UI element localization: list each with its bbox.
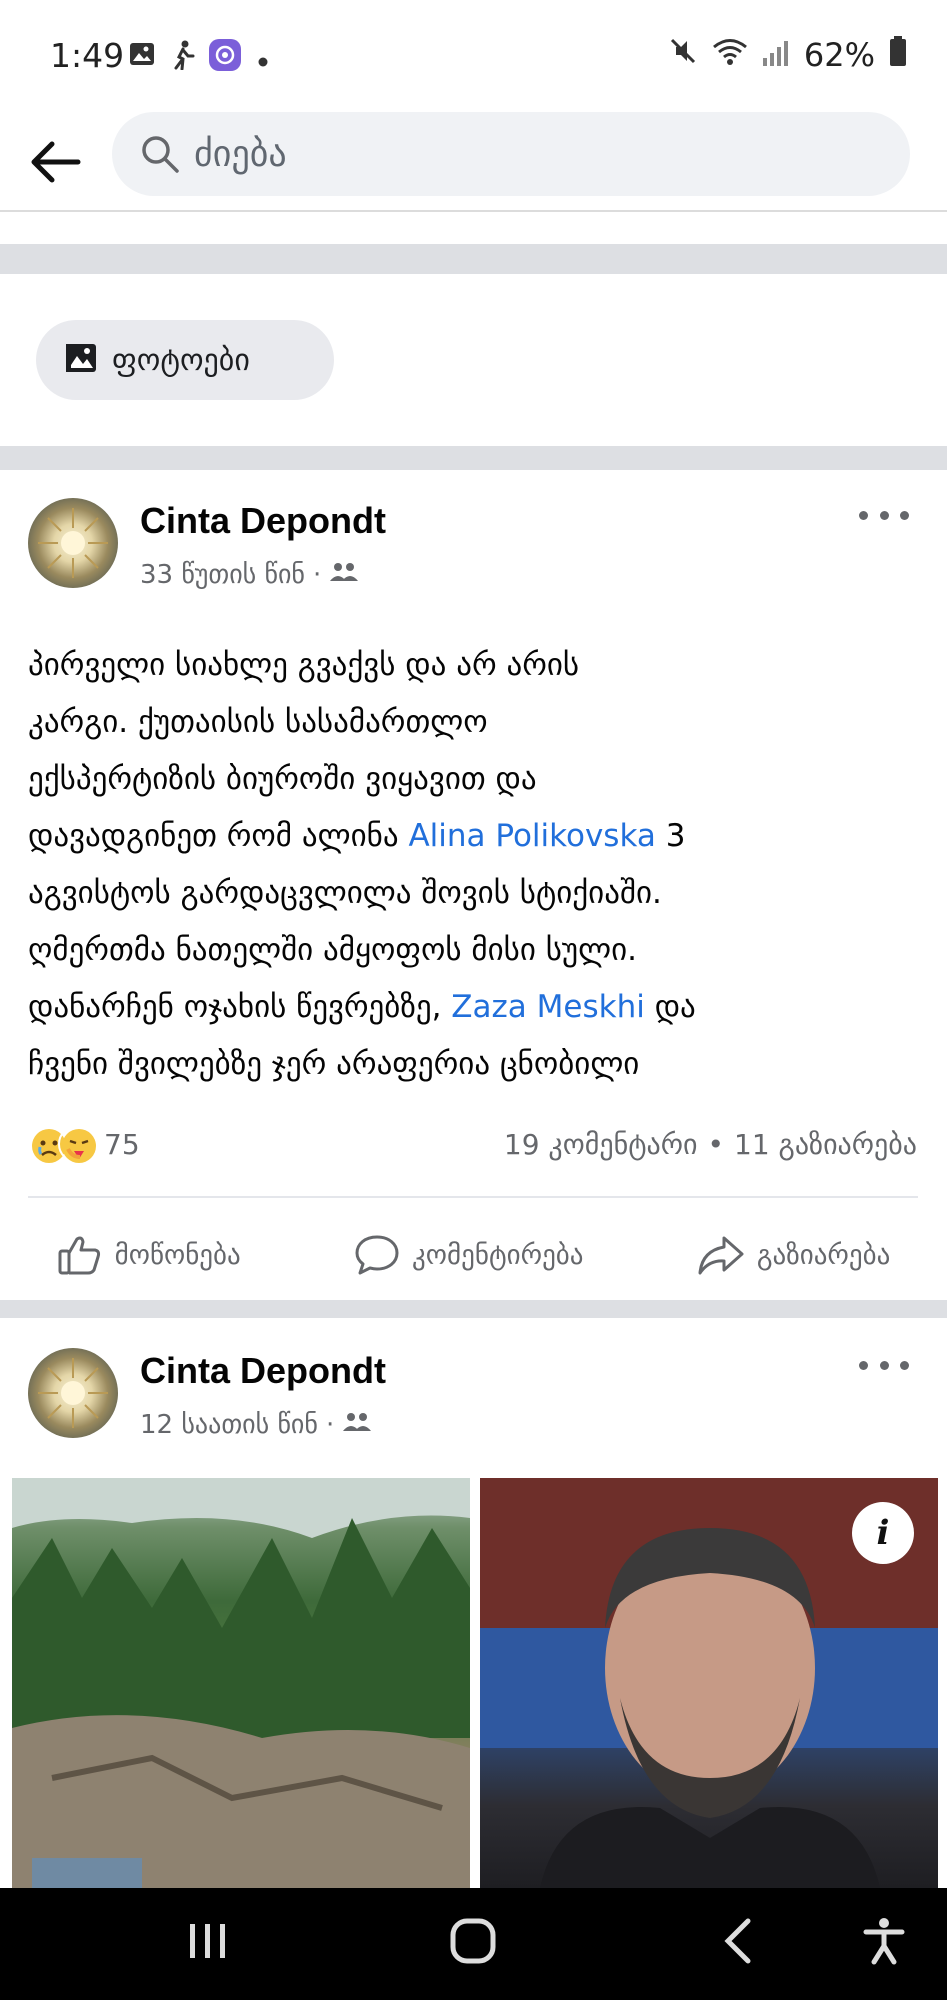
counts-bullet: • bbox=[707, 1128, 725, 1161]
status-bar: 1:49 62% bbox=[0, 0, 947, 110]
reaction-count: 75 bbox=[104, 1127, 140, 1161]
post-text-line: კარგი. ქუთაისის სასამართლო bbox=[28, 704, 488, 740]
comment-label: კომენტირება bbox=[412, 1239, 584, 1271]
mention-link[interactable]: Zaza Meskhi bbox=[451, 989, 645, 1025]
mute-icon bbox=[668, 36, 698, 74]
post-author[interactable]: Cinta Depondt bbox=[140, 500, 386, 542]
post-time[interactable]: 12 საათის წინ bbox=[140, 1410, 318, 1440]
photos-chip-label: ფოტოები bbox=[112, 342, 250, 378]
home-icon[interactable] bbox=[448, 1916, 498, 1970]
share-label: გაზიარება bbox=[756, 1239, 891, 1271]
status-time: 1:49 bbox=[50, 36, 125, 75]
post-text-line: ღმერთმა ნათელში ამყოფოს მისი სული. bbox=[28, 932, 638, 968]
mention-link[interactable]: Alina Polikovska bbox=[408, 818, 655, 854]
android-nav-bar bbox=[0, 1888, 947, 2000]
avatar[interactable] bbox=[28, 498, 118, 588]
post-text-line: ჩვენი შვილებზე ჯერ არაფერია ცნობილი bbox=[28, 1046, 640, 1082]
search-input[interactable] bbox=[194, 128, 874, 180]
thumbs-up-icon bbox=[58, 1236, 100, 1275]
back-button[interactable] bbox=[26, 132, 86, 192]
photos-filter-chip[interactable]: ფოტოები bbox=[36, 320, 334, 400]
share-button[interactable]: გაზიარება bbox=[697, 1233, 890, 1277]
battery-icon bbox=[889, 36, 907, 74]
post-text-line: ექსპერტიზის ბიუროში ვიყავით და bbox=[28, 761, 537, 797]
wifi-icon bbox=[712, 36, 748, 74]
recent-apps-icon[interactable] bbox=[186, 1916, 230, 1970]
post-text-line: დავადგინეთ რომ ალინა Alina Polikovska 3 bbox=[28, 808, 928, 865]
divider bbox=[28, 1196, 918, 1198]
walking-icon bbox=[170, 40, 198, 74]
signal-icon bbox=[762, 36, 790, 74]
app-icon bbox=[208, 38, 242, 76]
post-photo-portrait[interactable]: i bbox=[480, 1478, 938, 1888]
section-separator bbox=[0, 446, 947, 470]
search-box[interactable] bbox=[112, 112, 910, 196]
section-separator bbox=[0, 1300, 947, 1318]
image-icon bbox=[128, 40, 156, 72]
post-text-segment: და bbox=[644, 989, 696, 1025]
like-label: მოწონება bbox=[114, 1239, 241, 1271]
friends-audience-icon bbox=[329, 560, 359, 590]
meta-dot: · bbox=[313, 560, 322, 590]
photos-icon bbox=[64, 342, 98, 378]
back-arrow-icon bbox=[31, 141, 81, 183]
post-text-segment: დანარჩენ ოჯახის წევრებზე, bbox=[28, 989, 452, 1025]
comment-icon bbox=[355, 1235, 399, 1275]
back-nav-icon[interactable] bbox=[718, 1916, 758, 1970]
post-text: პირველი სიახლე გვაქვს და არ არის კარგი. … bbox=[28, 637, 928, 1093]
section-separator bbox=[0, 244, 947, 274]
care-reaction-icon bbox=[58, 1125, 96, 1163]
avatar[interactable] bbox=[28, 1348, 118, 1438]
post-text-line: პირველი სიახლე გვაქვს და არ არის bbox=[28, 647, 580, 683]
comment-button[interactable]: კომენტირება bbox=[354, 1233, 583, 1277]
friends-audience-icon bbox=[342, 1410, 372, 1440]
post-author[interactable]: Cinta Depondt bbox=[140, 1350, 386, 1392]
post-photo-landscape[interactable] bbox=[12, 1478, 470, 1888]
accessibility-icon[interactable] bbox=[862, 1916, 906, 1970]
battery-text: 62% bbox=[803, 36, 875, 74]
dot-icon bbox=[258, 52, 268, 71]
like-button[interactable]: მოწონება bbox=[57, 1233, 241, 1277]
info-button[interactable]: i bbox=[852, 1502, 914, 1564]
engagement-counts: 19 კომენტარი • 11 გაზიარება bbox=[504, 1128, 917, 1161]
post-text-line: დანარჩენ ოჯახის წევრებზე, Zaza Meskhi და bbox=[28, 979, 928, 1036]
comments-count[interactable]: 19 კომენტარი bbox=[504, 1128, 698, 1161]
post-actions: მოწონება კომენტირება გაზიარება bbox=[0, 1220, 947, 1290]
post-text-line: აგვისტოს გარდაცვლილა შოვის სტიქიაში. bbox=[28, 875, 662, 911]
post-text-segment: 3 bbox=[655, 818, 686, 854]
search-icon bbox=[140, 134, 180, 178]
more-options-icon[interactable] bbox=[859, 500, 909, 530]
shares-count[interactable]: 11 გაზიარება bbox=[734, 1128, 917, 1161]
post-meta: 12 საათის წინ · bbox=[140, 1410, 372, 1440]
more-options-icon[interactable] bbox=[859, 1350, 909, 1380]
post-time[interactable]: 33 წუთის წინ bbox=[140, 560, 305, 590]
post-meta: 33 წუთის წინ · bbox=[140, 560, 359, 590]
meta-dot: · bbox=[325, 1410, 335, 1440]
search-header bbox=[0, 110, 947, 212]
share-icon bbox=[698, 1236, 744, 1275]
post-text-segment: დავადგინეთ რომ ალინა bbox=[28, 818, 409, 854]
reactions-summary[interactable]: 75 bbox=[28, 1125, 140, 1163]
